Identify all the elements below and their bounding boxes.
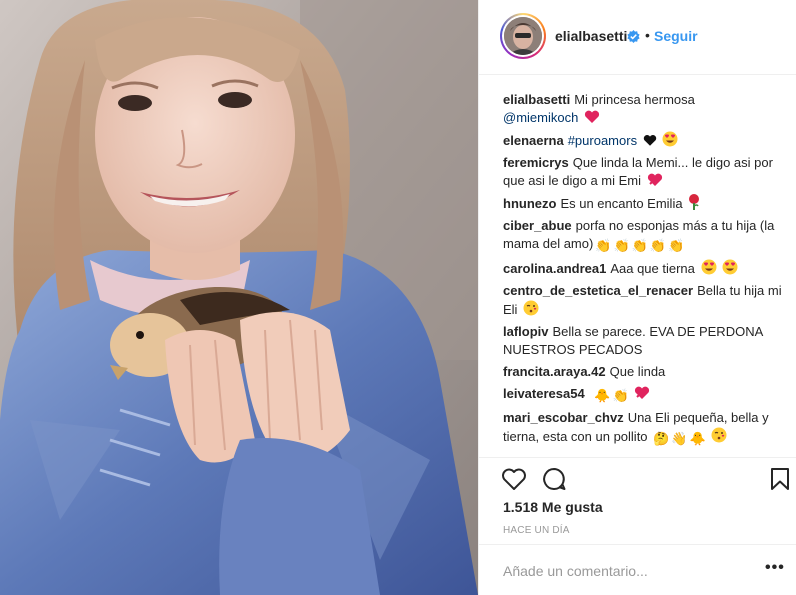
comment-item: hnunezo Es un encanto Emilia — [503, 194, 785, 213]
caption-text: Mi princesa hermosa — [574, 92, 695, 107]
comment-username[interactable]: centro_de_estetica_el_renacer — [503, 283, 693, 298]
avatar-image — [504, 17, 542, 55]
comment-bubble-icon[interactable] — [541, 467, 567, 491]
add-comment-input[interactable] — [503, 561, 743, 581]
comment-username[interactable]: elenaerna — [503, 133, 564, 148]
add-comment-section: ••• — [479, 544, 796, 595]
caption-username[interactable]: elialbasetti — [503, 92, 570, 107]
kiss-face-emoji-icon — [711, 427, 727, 443]
comment-item: francita.araya.42 Que linda — [503, 363, 785, 381]
caption-mention-link[interactable]: @miemikoch — [503, 110, 578, 125]
clap-icon: 👏 — [649, 238, 667, 253]
comment-hashtag-link[interactable]: #puroamors — [568, 133, 637, 148]
comment-item: mari_escobar_chvz Una Eli pequeña, bella … — [503, 409, 785, 448]
comment-username[interactable]: feremicrys — [503, 155, 569, 170]
likes-count[interactable]: 1.518 Me gusta — [503, 499, 603, 515]
rose-icon — [689, 194, 700, 210]
header-username-link[interactable]: elialbasetti — [555, 28, 627, 44]
red-heart-icon — [584, 110, 600, 123]
comment-text: Es un encanto Emilia — [560, 196, 683, 211]
comment-username[interactable]: leivateresa54 — [503, 386, 585, 401]
kiss-face-emoji-icon — [523, 300, 539, 316]
caption: elialbasetti Mi princesa hermosa @miemiko… — [503, 91, 785, 127]
post-timestamp: HACE UN DÍA — [503, 525, 570, 536]
comment-item: leivateresa54 🐥 👏 — [503, 385, 785, 405]
avatar-border — [502, 15, 544, 57]
post-details-panel: elialbasetti • Seguir elialbasetti Mi pri… — [478, 0, 796, 595]
photo-girl-holding-chick-image — [0, 0, 478, 595]
header-separator: • — [645, 27, 650, 43]
comment-item: feremicrys Que linda la Memi... le digo a… — [503, 154, 785, 190]
comment-text: Aaa que tierna — [610, 261, 695, 276]
post-photo[interactable] — [0, 0, 478, 595]
comment-username[interactable]: mari_escobar_chvz — [503, 410, 624, 425]
comment-username[interactable]: laflopiv — [503, 324, 549, 339]
clap-icon: 👏 — [668, 238, 685, 253]
comment-text: Que linda — [609, 364, 666, 379]
comment-item: laflopiv Bella se parece. EVA DE PERDONA … — [503, 323, 785, 359]
heart-exclamation-icon — [635, 386, 650, 399]
chick-icon: 🐥 — [594, 388, 611, 403]
wave-hand-icon: 👋 — [671, 431, 688, 446]
clap-icon: 👏 — [612, 388, 629, 403]
clap-emoji-group: 👏 👏 👏 👏 👏 — [593, 236, 684, 253]
bookmark-icon[interactable] — [770, 467, 790, 491]
heart-outline-icon[interactable] — [501, 467, 527, 491]
clap-icon: 👏 — [613, 238, 630, 253]
post-header: elialbasetti • Seguir — [479, 0, 796, 75]
comments-list[interactable]: elialbasetti Mi princesa hermosa @miemiko… — [503, 91, 785, 457]
chick-icon: 🐥 — [689, 431, 706, 446]
comment-item: centro_de_estetica_el_renacer Bella tu hi… — [503, 282, 785, 319]
comment-item: carolina.andrea1 Aaa que tierna — [503, 259, 785, 278]
comment-item: elenaerna #puroamors — [503, 131, 785, 150]
heart-eyes-emoji-icon — [722, 259, 738, 275]
clap-icon: 👏 — [631, 238, 648, 253]
black-heart-icon — [643, 134, 656, 146]
follow-button[interactable]: Seguir — [654, 28, 698, 44]
verified-badge-icon — [627, 30, 640, 43]
comment-username[interactable]: hnunezo — [503, 196, 556, 211]
heart-eyes-emoji-icon — [701, 259, 717, 275]
comment-username[interactable]: francita.araya.42 — [503, 364, 606, 379]
comment-username[interactable]: carolina.andrea1 — [503, 261, 606, 276]
heart-eyes-emoji-icon — [662, 131, 678, 147]
comment-item: ciber_abue porfa no esponjas más a tu hij… — [503, 217, 785, 255]
heart-exclamation-icon — [647, 173, 662, 186]
avatar[interactable] — [500, 13, 546, 59]
more-options-button[interactable]: ••• — [765, 559, 785, 577]
thinking-icon: 🤔 — [653, 431, 670, 446]
comment-username[interactable]: ciber_abue — [503, 218, 572, 233]
clap-icon: 👏 — [595, 238, 612, 253]
